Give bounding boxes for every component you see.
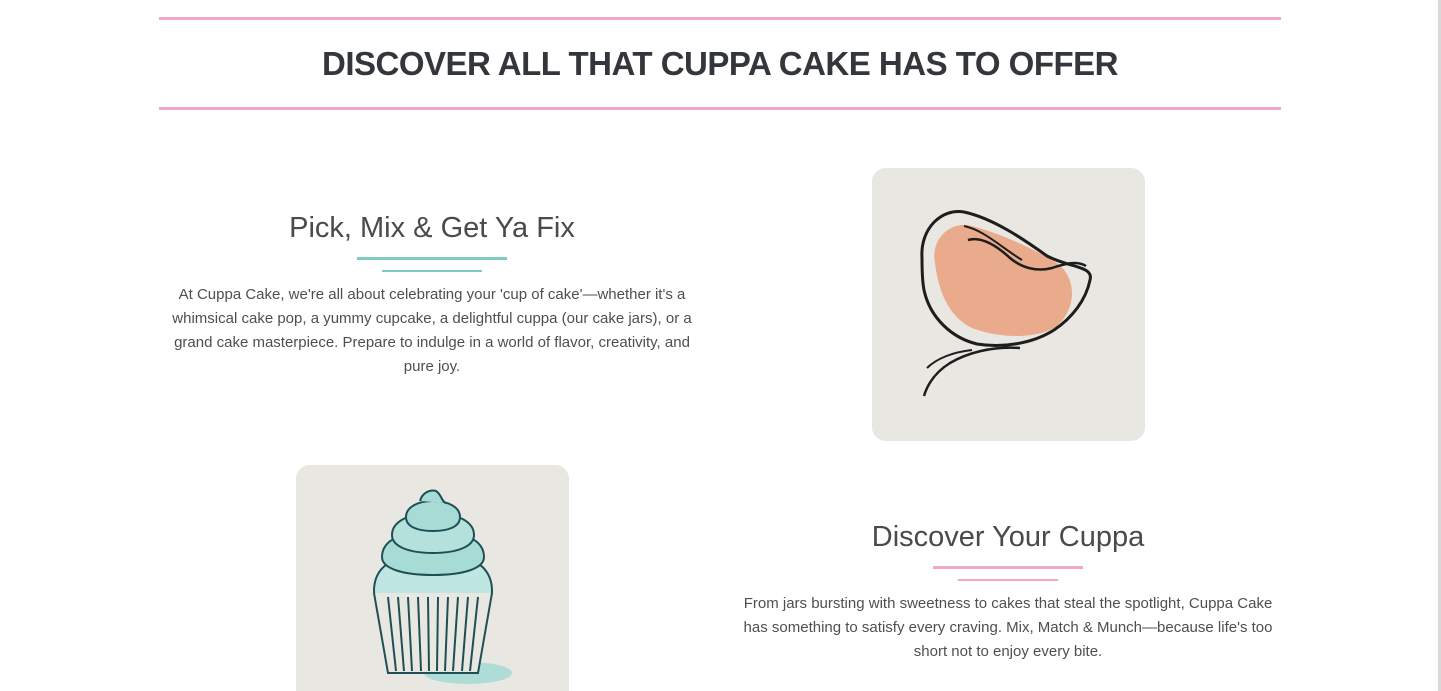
feature-underline-secondary [382, 270, 482, 272]
cupcake-icon [296, 465, 569, 691]
feature-image-cupcake [296, 465, 569, 691]
feature-title-discover: Discover Your Cuppa [871, 521, 1145, 553]
section-heading: DISCOVER ALL THAT CUPPA CAKE HAS TO OFFE… [322, 44, 1118, 82]
feature-underline [933, 566, 1083, 569]
feature-image-abstract [872, 168, 1145, 441]
feature-title-pick-mix: Pick, Mix & Get Ya Fix [289, 212, 575, 244]
section-banner: DISCOVER ALL THAT CUPPA CAKE HAS TO OFFE… [159, 17, 1281, 110]
feature-description-pick-mix: At Cuppa Cake, we're all about celebrati… [172, 286, 692, 375]
feature-underline-secondary [958, 579, 1058, 581]
feature-underline [357, 257, 507, 260]
abstract-line-art-icon [872, 168, 1145, 441]
feature-description-discover: From jars bursting with sweetness to cak… [743, 595, 1273, 660]
